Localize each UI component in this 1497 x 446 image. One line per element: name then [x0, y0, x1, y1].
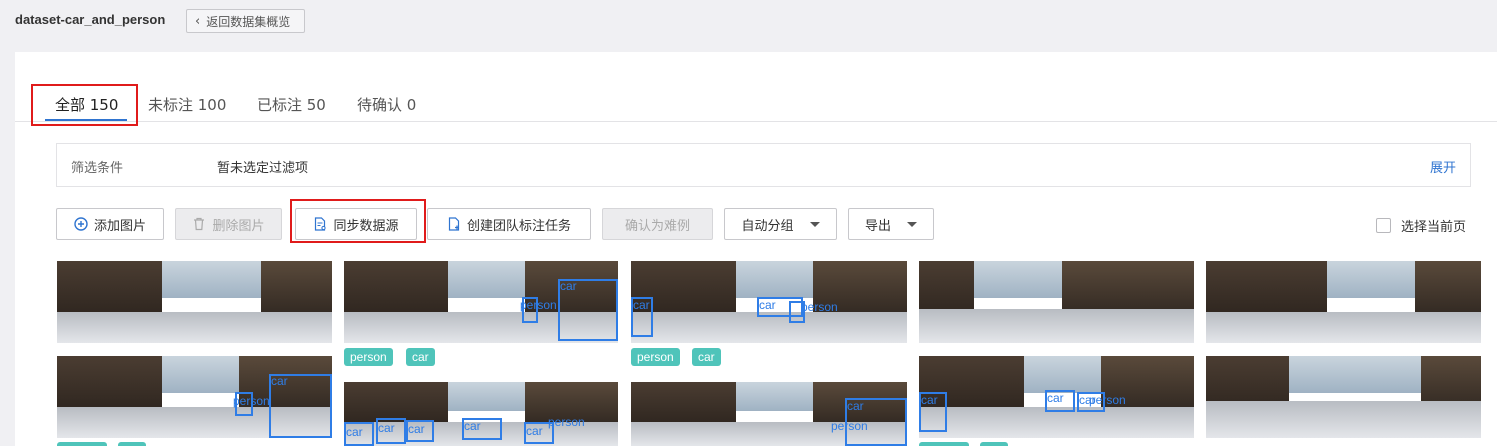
bbox-label: car: [759, 298, 776, 312]
bbox-label: person: [831, 419, 868, 433]
image-thumbnail[interactable]: car car car car car person: [344, 382, 618, 446]
bbox-label: person: [1089, 393, 1126, 407]
delete-image-button[interactable]: 删除图片: [175, 208, 282, 240]
bbox-label: car: [526, 424, 543, 438]
select-page-checkbox[interactable]: [1376, 218, 1391, 233]
filter-expand-link[interactable]: 展开: [1430, 157, 1456, 176]
auto-group-dropdown[interactable]: 自动分组: [724, 208, 837, 240]
image-thumbnail[interactable]: [57, 261, 332, 343]
main-panel: 全部 150 未标注 100 已标注 50 待确认 0 筛选条件 暂未选定过滤项…: [15, 52, 1497, 446]
filter-value: 暂未选定过滤项: [217, 161, 309, 176]
confirm-hard-example-button[interactable]: 确认为难例: [602, 208, 713, 240]
auto-group-label: 自动分组: [741, 218, 794, 234]
tab-unlabeled[interactable]: 未标注 100: [148, 94, 226, 115]
bbox-label: car: [271, 374, 288, 388]
label-tag: [980, 442, 1008, 446]
export-label: 导出: [864, 218, 891, 234]
bbox-label: car: [408, 422, 425, 436]
select-current-page[interactable]: 选择当前页: [1376, 216, 1466, 235]
label-tag: [57, 442, 107, 446]
bbox-label: car: [378, 421, 395, 435]
bbox-label: car: [847, 399, 864, 413]
image-thumbnail[interactable]: [1206, 356, 1481, 438]
bbox-label: car: [1047, 391, 1064, 405]
bbox-label: person: [548, 415, 585, 429]
create-team-task-label: 创建团队标注任务: [466, 218, 571, 234]
bbox-label: car: [346, 425, 363, 439]
back-to-overview-button[interactable]: ‹ 返回数据集概览: [186, 9, 305, 33]
bbox-label: car: [560, 279, 577, 293]
label-tag: [919, 442, 969, 446]
dataset-name: dataset-car_and_person: [15, 12, 166, 27]
label-tag: person: [344, 348, 393, 366]
label-tag: person: [631, 348, 680, 366]
select-page-label: 选择当前页: [1401, 220, 1467, 235]
confirm-hard-example-label: 确认为难例: [624, 218, 690, 234]
bbox-label: car: [464, 419, 481, 433]
chevron-left-icon: ‹: [195, 13, 201, 29]
scene-road: [919, 308, 1194, 343]
caret-down-icon: [907, 221, 917, 227]
bbox-label: car: [921, 393, 938, 407]
scene-road: [57, 311, 332, 343]
filter-bar: 筛选条件 暂未选定过滤项 展开: [56, 143, 1471, 187]
document-add-icon: [448, 217, 460, 231]
add-image-label: 添加图片: [93, 218, 146, 234]
tab-bar: 全部 150 未标注 100 已标注 50 待确认 0: [15, 82, 1497, 126]
label-tag: [118, 442, 146, 446]
highlight-box-sync: [290, 199, 426, 243]
image-thumbnail[interactable]: car person: [631, 382, 907, 446]
scene-road: [1206, 311, 1481, 343]
create-team-task-button[interactable]: 创建团队标注任务: [427, 208, 591, 240]
export-dropdown[interactable]: 导出: [848, 208, 934, 240]
image-thumbnail[interactable]: car car car person: [919, 356, 1194, 438]
label-tag: car: [406, 348, 435, 366]
plus-circle-icon: [74, 217, 88, 231]
bbox-label: car: [633, 298, 650, 312]
filter-label: 筛选条件: [71, 161, 124, 176]
tab-labeled[interactable]: 已标注 50: [257, 94, 326, 115]
bbox-label: person: [233, 394, 270, 408]
image-thumbnail[interactable]: car car person: [631, 261, 907, 343]
image-thumbnail[interactable]: car person: [57, 356, 332, 438]
back-button-label: 返回数据集概览: [206, 14, 291, 29]
highlight-box-tab: [31, 84, 138, 126]
add-image-button[interactable]: 添加图片: [56, 208, 164, 240]
scene-road: [1206, 401, 1481, 438]
bbox-label: person: [520, 298, 557, 312]
top-bar: dataset-car_and_person ‹ 返回数据集概览: [0, 0, 1497, 52]
label-tag: car: [692, 348, 721, 366]
trash-icon: [194, 217, 205, 231]
image-thumbnail[interactable]: [1206, 261, 1481, 343]
image-thumbnail[interactable]: car person: [344, 261, 618, 343]
tab-to-confirm[interactable]: 待确认 0: [357, 94, 416, 115]
bbox-label: person: [801, 300, 838, 314]
delete-image-label: 删除图片: [212, 218, 265, 234]
image-thumbnail[interactable]: [919, 261, 1194, 343]
caret-down-icon: [809, 221, 820, 227]
